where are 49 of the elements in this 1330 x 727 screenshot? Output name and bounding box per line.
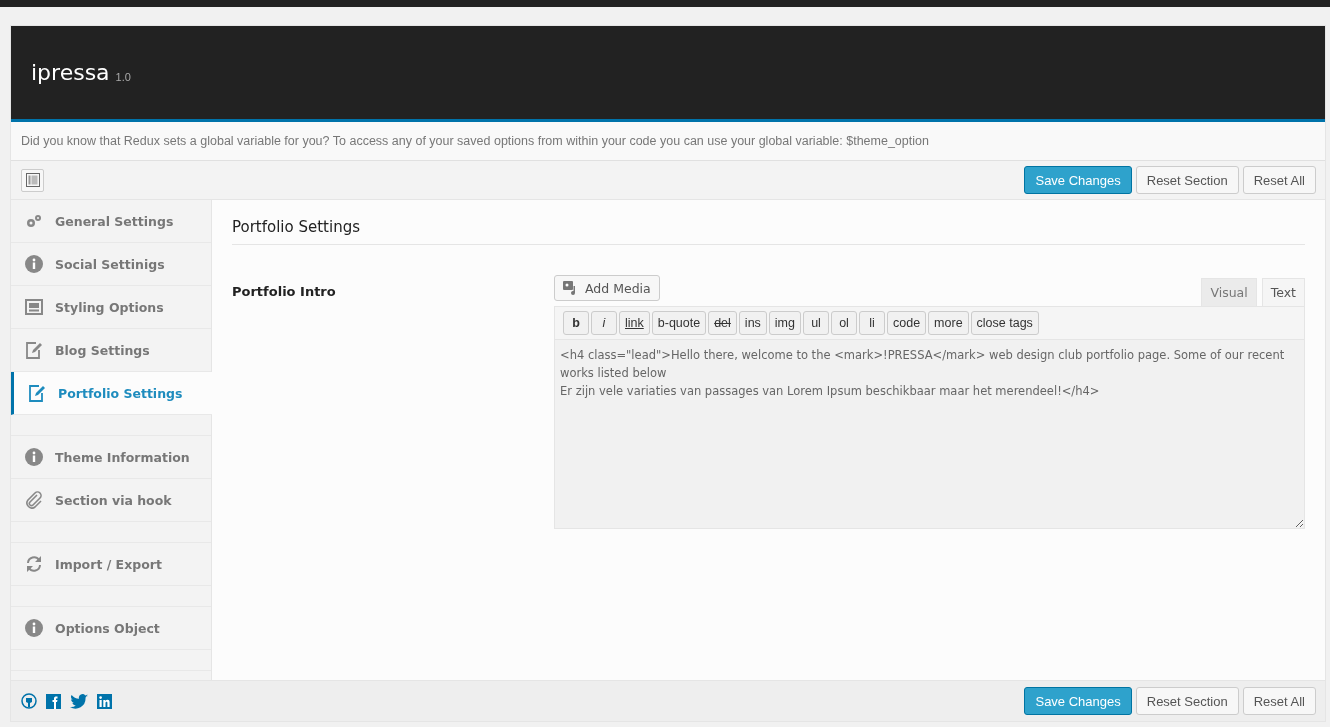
quicktag-button[interactable]: close tags [970, 311, 1039, 335]
layout-icon [25, 173, 40, 187]
quicktag-button[interactable]: b-quote [651, 311, 707, 335]
editor-textarea[interactable]: <h4 class="lead">Hello there, welcome to the <mark>!PRESSA</mark> web design club portfolio page. Some of our recent works listed below Er zijn vele variaties van passages van Lorem Ipsum beschikbaar maar het merendeel!</h4> [555, 340, 1304, 528]
layout-icon [25, 299, 43, 315]
info-icon [25, 448, 43, 466]
reset-button[interactable]: Reset Section [1135, 687, 1239, 715]
editor-tab[interactable]: Visual [1201, 278, 1257, 306]
quicktag-button[interactable]: more [928, 311, 969, 335]
refresh-icon [25, 555, 43, 573]
quicktag-button[interactable]: ins [738, 311, 767, 335]
theme-title: ipressa [31, 60, 110, 85]
field-label: Portfolio Intro [232, 283, 337, 301]
quicktag-button[interactable]: ul [803, 311, 829, 335]
sidebar-item[interactable]: Options Object [11, 607, 211, 650]
twitter-icon[interactable] [70, 693, 88, 709]
sidebar-item[interactable]: Import / Export [11, 543, 211, 586]
quicktag-button[interactable]: ol [831, 311, 857, 335]
edit-icon [28, 384, 46, 402]
info-icon [25, 619, 43, 637]
sidebar-item[interactable]: Styling Options [11, 286, 211, 329]
add-media-button[interactable]: Add Media [554, 275, 660, 301]
notice-text: Did you know that Redux sets a global variable for you? To access any of your saved options from within your code you can use your global variable: $theme_option [21, 134, 929, 148]
facebook-icon[interactable] [46, 693, 61, 709]
reset-button[interactable]: Reset Section [1135, 166, 1239, 194]
reset-button[interactable]: Reset All [1242, 687, 1316, 715]
sidebar-item[interactable]: Theme Information [11, 436, 211, 479]
paperclip-icon [25, 491, 43, 509]
section-title: Portfolio Settings [232, 218, 1305, 245]
gears-icon [25, 213, 43, 229]
theme-version: 1.0 [115, 70, 131, 83]
quicktag-button[interactable]: li [859, 311, 885, 335]
edit-icon [25, 341, 43, 359]
sidebar-item[interactable]: Section via hook [11, 479, 211, 522]
github-icon[interactable] [21, 693, 37, 709]
quicktag-button[interactable]: del [708, 311, 737, 335]
sidebar-item[interactable]: General Settings [11, 200, 211, 243]
quicktag-button[interactable]: i [591, 311, 617, 335]
editor-tab[interactable]: Text [1261, 278, 1305, 306]
quicktag-button[interactable]: link [619, 311, 650, 335]
info-icon [25, 255, 43, 273]
sidebar-item[interactable]: Social Settinigs [11, 243, 211, 286]
sidebar-item[interactable]: Portfolio Settings [11, 372, 212, 415]
layout-toggle-button[interactable] [21, 168, 44, 192]
quicktag-button[interactable]: b [563, 311, 589, 335]
reset-button[interactable]: Reset All [1242, 166, 1316, 194]
quicktag-button[interactable]: code [887, 311, 927, 335]
quicktag-button[interactable]: img [768, 311, 801, 335]
linkedin-icon[interactable] [97, 693, 112, 709]
